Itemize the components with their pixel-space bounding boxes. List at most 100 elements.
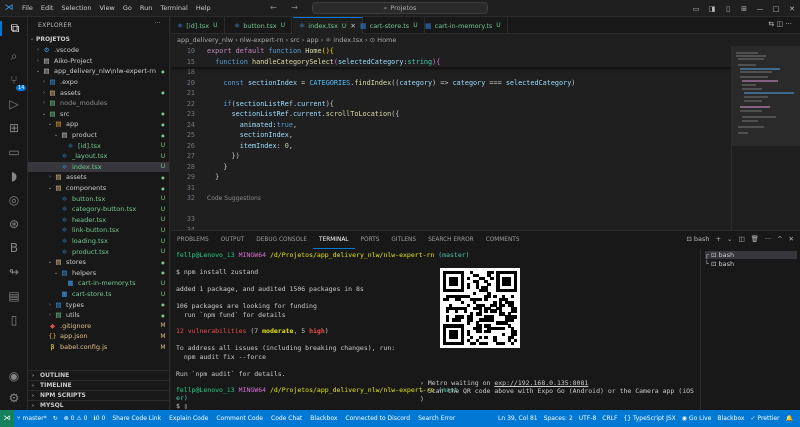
gitlens-icon[interactable]: ◎	[0, 193, 28, 207]
database-icon[interactable]: ▯	[0, 313, 28, 327]
split-terminal-icon[interactable]: ◫	[738, 235, 744, 243]
section-outline[interactable]: › OUTLINE	[28, 370, 169, 380]
line-ending[interactable]: CRLF	[599, 415, 620, 422]
tree-item[interactable]: ◆ .gitignore M	[28, 321, 169, 332]
tree-item[interactable]: ⌄ ▤ product ●	[28, 130, 169, 141]
tree-item[interactable]: › ▤ utils ●	[28, 310, 169, 321]
terminal[interactable]: fellp@Lenovo_i3 MINGW64 /d/Projetos/app_…	[171, 249, 699, 411]
menu-item-view[interactable]: View	[95, 4, 118, 12]
panel-tab-comments[interactable]: COMMENTS	[480, 231, 526, 249]
section-timeline[interactable]: › TIMELINE	[28, 380, 169, 390]
terminal-list-item[interactable]: ┌ ⊡ bash	[705, 251, 797, 259]
menu-item-help[interactable]: Help	[192, 4, 215, 12]
tree-item[interactable]: ⌄ ▤ app_delivery_nlw\nlw-expert-rn ●	[28, 66, 169, 77]
github-icon[interactable]: ⊛	[0, 217, 28, 231]
more-actions-icon[interactable]: ···	[765, 235, 771, 243]
tree-item[interactable]: ⚛ link-button.tsx U	[28, 225, 169, 236]
tree-item[interactable]: ⚛ header.tsx U	[28, 215, 169, 226]
panel-tab-debug-console[interactable]: DEBUG CONSOLE	[250, 231, 313, 249]
toggle-secondary-sidebar-icon[interactable]: ▯	[720, 5, 736, 13]
command-center[interactable]: ⌕ Projetos	[312, 2, 488, 14]
tree-item[interactable]: ▦ cart-store.ts U	[28, 289, 169, 300]
terminal-profile[interactable]: ⊡ bash	[686, 235, 709, 243]
live-share-icon[interactable]: ↬	[0, 265, 28, 279]
terminal-cursor[interactable]: $ ▯	[176, 402, 188, 410]
search-icon[interactable]: ⌕	[0, 49, 28, 64]
kill-terminal-icon[interactable]: 🗑	[751, 235, 759, 243]
tree-item[interactable]: β babel.config.js M	[28, 342, 169, 353]
go-live-button[interactable]: ◉ Go Live	[679, 415, 715, 422]
branch-indicator[interactable]: ⑂ master*	[14, 415, 50, 422]
sync-icon[interactable]: ↻	[50, 415, 61, 422]
status-code-chat[interactable]: Code Chat	[267, 415, 306, 422]
tree-item[interactable]: › ▤ assets ●	[28, 172, 169, 183]
status-connected-to-discord[interactable]: Connected to Discord	[341, 415, 414, 422]
panel-tab-output[interactable]: OUTPUT	[215, 231, 251, 249]
minimize-icon[interactable]: —	[752, 5, 768, 13]
cursor-position[interactable]: Ln 39, Col 81	[495, 415, 541, 422]
status-explain-code[interactable]: Explain Code	[165, 415, 212, 422]
tree-item[interactable]: ▦ cart-in-memory.ts U	[28, 278, 169, 289]
nav-arrows[interactable]: ← →	[270, 3, 304, 12]
customize-layout-icon[interactable]: ⊞	[736, 5, 752, 13]
editor-actions[interactable]: ⇆ ◫ ···	[768, 20, 792, 28]
tree-item[interactable]: › ▤ Aiko-Project	[28, 56, 169, 67]
tree-item[interactable]: ⚛ index.tsx U	[28, 161, 169, 173]
editor-tab[interactable]: ⚛ index.tsx U ✕	[293, 17, 363, 34]
panel-tab-problems[interactable]: PROBLEMS	[171, 231, 215, 249]
status-share-code-link[interactable]: Share Code Link	[108, 415, 165, 422]
tree-item[interactable]: ⌄ ▤ helpers ●	[28, 268, 169, 279]
problems-indicator[interactable]: ⊗ 0 ⚠ 0	[61, 415, 91, 422]
settings-gear-icon[interactable]: ⚙	[0, 391, 28, 405]
maximize-icon[interactable]: □	[768, 5, 784, 13]
menu-item-go[interactable]: Go	[119, 4, 136, 12]
new-terminal-icon[interactable]: +	[716, 235, 721, 243]
extensions-icon[interactable]: ⊞	[0, 121, 28, 135]
minimap[interactable]	[731, 46, 800, 230]
toggle-primary-sidebar-icon[interactable]: ▭	[688, 5, 704, 13]
run-debug-icon[interactable]: ▷	[0, 97, 28, 111]
close-panel-icon[interactable]: ✕	[789, 235, 794, 243]
panel-tab-search-error[interactable]: SEARCH ERROR	[422, 231, 480, 249]
editor-tab[interactable]: ▦ cart-store.ts U	[354, 17, 425, 34]
menu-item-file[interactable]: File	[18, 4, 37, 12]
tree-item[interactable]: › ▤ node_modules	[28, 98, 169, 109]
tree-item[interactable]: ⌄ ▤ src ●	[28, 109, 169, 120]
pages-icon[interactable]: ▤	[0, 289, 28, 303]
tree-item[interactable]: ⌄ ▤ app ●	[28, 119, 169, 130]
workspace-root[interactable]: ⌄ PROJETOS	[28, 34, 169, 45]
tree-item[interactable]: › ▤ types ●	[28, 299, 169, 310]
tree-item[interactable]: ⚛ loading.tsx U	[28, 236, 169, 247]
docker-icon[interactable]: ◗	[0, 169, 28, 183]
tree-item[interactable]: ⌄ ▤ stores ●	[28, 257, 169, 268]
tree-item[interactable]: › ▤ .expo	[28, 77, 169, 88]
tree-item[interactable]: ⚛ _layout.tsx U	[28, 151, 169, 162]
menu-item-run[interactable]: Run	[136, 4, 156, 12]
explorer-icon[interactable]: ⧉	[0, 21, 28, 36]
remote-indicator-icon[interactable]: ⋊	[0, 410, 14, 427]
menu-item-terminal[interactable]: Terminal	[156, 4, 191, 12]
section-mysql[interactable]: › MYSQL	[28, 400, 169, 410]
ports-indicator[interactable]: ℹ0 0	[90, 415, 108, 422]
remote-explorer-icon[interactable]: ▭	[0, 145, 28, 159]
blackbox-icon[interactable]: B	[0, 241, 28, 255]
close-icon[interactable]: ✕	[784, 5, 800, 13]
indentation[interactable]: Spaces: 2	[541, 415, 576, 422]
notifications-bell-icon[interactable]: 🔔	[783, 415, 796, 422]
tree-item[interactable]: ⚛ button.tsx U	[28, 193, 169, 204]
menu-item-selection[interactable]: Selection	[57, 4, 95, 12]
prettier-status[interactable]: ✓ Prettier	[748, 415, 783, 422]
editor-tab[interactable]: ⚛ [id].tsx U	[171, 17, 225, 34]
code-suggestions-hint[interactable]: Code Suggestions	[207, 195, 261, 202]
accounts-icon[interactable]: ◉	[0, 369, 28, 383]
editor-tab[interactable]: ⚛ button.tsx U	[228, 17, 292, 34]
section-npm-scripts[interactable]: › NPM SCRIPTS	[28, 390, 169, 400]
sticky-scroll[interactable]: 10 export default function Home(){ 15 fu…	[171, 46, 731, 67]
status-search-error[interactable]: Search Error	[414, 415, 459, 422]
tree-item[interactable]: {} app.json M	[28, 331, 169, 342]
panel-tab-ports[interactable]: PORTS	[355, 231, 386, 249]
tree-item[interactable]: › ▤ assets ●	[28, 87, 169, 98]
maximize-panel-icon[interactable]: ^	[777, 235, 782, 243]
blackbox-status[interactable]: Blackbox	[714, 415, 747, 422]
tree-item[interactable]: ⚛ [id].tsx U	[28, 140, 169, 151]
